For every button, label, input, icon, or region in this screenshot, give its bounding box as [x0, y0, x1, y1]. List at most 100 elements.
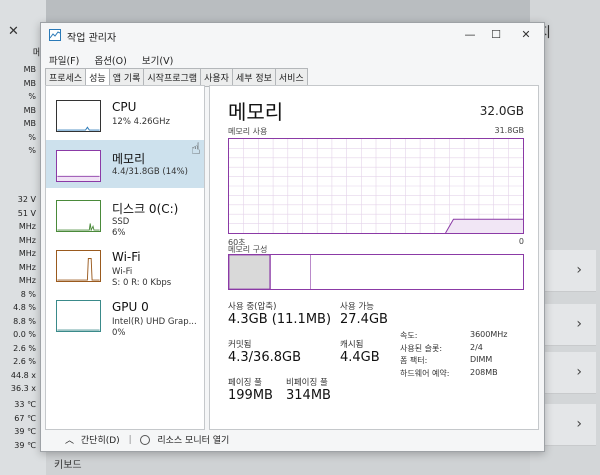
info-value: 2/4 — [470, 342, 483, 352]
available-value: 27.4GB — [340, 312, 388, 327]
sidebar-item-sub: Intel(R) UHD Grap... — [112, 317, 197, 327]
background-value: 44.8 x — [10, 370, 36, 380]
sidebar-item-cpu[interactable]: CPU 12% 4.26GHz — [46, 90, 204, 138]
committed-value: 4.3/36.8GB — [228, 350, 301, 365]
info-key: 폼 팩터: — [400, 356, 428, 365]
background-value: MHz — [18, 235, 36, 245]
usage-graph-label: 메모리 사용 — [228, 127, 268, 136]
background-value: 39 ℃ — [14, 427, 36, 436]
menu-options[interactable]: 옵션(O) — [94, 53, 126, 67]
background-close-icon: ✕ — [8, 24, 19, 39]
axis-right-label: 0 — [518, 237, 524, 246]
background-bottom-strip: 키보드 — [46, 450, 530, 475]
sidebar-item-label: 메모리 — [112, 152, 146, 166]
in-use-label: 사용 중(압축) — [228, 302, 277, 312]
disk-sparkline — [56, 200, 101, 232]
sidebar-item-disk[interactable]: 디스크 0(C:) SSD 6% — [46, 190, 204, 238]
memory-composition-bar — [228, 254, 524, 290]
info-key: 하드웨어 예약: — [400, 368, 450, 378]
background-value: MB — [23, 105, 36, 115]
sidebar-item-sub2: 0% — [112, 328, 126, 338]
memory-detail-panel: 메모리 32.0GB 메모리 사용 31.8GB 60초 0 메모리 구성 사용… — [209, 85, 539, 430]
performance-sidebar: CPU 12% 4.26GHz 메모리 4.4/31.8GB (14%) 디스크… — [45, 85, 205, 430]
tab-bar: 프로세스 성능 앱 기록 시작프로그램 사용자 세부 정보 서비스 — [45, 66, 308, 87]
nonpaged-pool-value: 314MB — [286, 388, 331, 403]
chevron-right-icon: › — [576, 262, 582, 278]
background-value: MHz — [18, 249, 36, 258]
info-value: DIMM — [470, 355, 493, 364]
background-column-a: MB MB% MB MB%% — [0, 63, 36, 158]
footer-divider: | — [128, 434, 132, 445]
background-value: 36.3 x — [10, 384, 36, 393]
background-value: % — [28, 146, 36, 155]
sidebar-item-sub2: S: 0 R: 0 Kbps — [112, 278, 172, 288]
background-value: % — [28, 92, 36, 101]
background-value: 4.8 % — [13, 303, 36, 312]
paged-pool-value: 199MB — [228, 388, 273, 403]
chevron-right-icon: › — [576, 416, 582, 432]
cached-value: 4.4GB — [340, 350, 380, 365]
background-value: 33 ℃ — [14, 400, 36, 409]
sidebar-item-wifi[interactable]: Wi-Fi Wi-Fi S: 0 R: 0 Kbps — [46, 240, 204, 288]
sidebar-item-label: 디스크 0(C:) — [112, 202, 179, 216]
in-use-value: 4.3GB (11.1MB) — [228, 312, 332, 327]
cached-label: 캐시됨 — [340, 340, 364, 350]
chevron-up-icon[interactable]: ︿ — [65, 433, 74, 446]
menu-file[interactable]: 파일(F) — [49, 53, 79, 67]
chevron-right-icon: › — [576, 364, 582, 380]
sidebar-item-gpu[interactable]: GPU 0 Intel(R) UHD Grap... 0% — [46, 290, 204, 338]
info-value: 3600MHz — [470, 330, 508, 339]
sidebar-item-sub: Wi-Fi — [112, 267, 133, 277]
background-value: 2.6 % — [13, 343, 36, 353]
info-key: 속도: — [400, 331, 418, 340]
background-value: MHz — [18, 262, 36, 272]
sidebar-item-sub: 4.4/31.8GB (14%) — [112, 167, 188, 177]
background-value: MHz — [18, 276, 36, 285]
window-title: 작업 관리자 — [67, 33, 117, 44]
hand-cursor-icon: ☝ — [191, 139, 201, 158]
maximize-button[interactable]: ☐ — [481, 25, 511, 45]
sidebar-item-sub: 12% 4.26GHz — [112, 117, 170, 127]
background-value: 0.0 % — [13, 330, 36, 339]
gpu-sparkline — [56, 300, 101, 332]
background-value: 8 % — [20, 289, 36, 299]
paged-pool-label: 페이징 풀 — [228, 378, 262, 388]
memory-total: 32.0GB — [479, 104, 524, 118]
background-value: 32 V — [17, 195, 36, 204]
sidebar-item-sub: SSD — [112, 217, 130, 227]
fewer-details-link[interactable]: 간단히(D) — [81, 433, 120, 446]
info-key: 사용된 슬롯: — [400, 343, 443, 353]
menu-bar: 파일(F) 옵션(O) 보기(V) — [49, 49, 183, 67]
background-bottom-label: 키보드 — [54, 460, 82, 471]
menu-view[interactable]: 보기(V) — [142, 53, 173, 67]
task-manager-app-icon — [49, 29, 61, 41]
resource-monitor-link[interactable]: 리소스 모니터 열기 — [157, 433, 229, 446]
usage-graph-max: 31.8GB — [494, 126, 525, 135]
nonpaged-pool-label: 비페이징 풀 — [286, 378, 328, 388]
info-value: 208MB — [470, 367, 498, 377]
sidebar-item-memory[interactable]: 메모리 4.4/31.8GB (14%) — [46, 140, 204, 188]
footer: ︿ 간단히(D) | 리소스 모니터 열기 — [65, 433, 229, 449]
resource-monitor-icon[interactable] — [140, 434, 151, 445]
cpu-sparkline — [56, 100, 101, 132]
available-label: 사용 가능 — [340, 302, 374, 312]
task-manager-window: 작업 관리자 — ☐ ✕ 파일(F) 옵션(O) 보기(V) 프로세스 성능 앱 기… — [40, 22, 545, 452]
wifi-sparkline — [56, 250, 101, 282]
close-button[interactable]: ✕ — [511, 25, 541, 45]
background-value: 51 V — [17, 208, 36, 218]
committed-label: 커밋됨 — [228, 340, 252, 350]
background-value: 39 ℃ — [14, 440, 36, 450]
background-value: MB — [23, 65, 36, 74]
background-column-c: 33 ℃ 67 ℃ 39 ℃ 39 ℃ — [0, 398, 36, 452]
memory-usage-graph — [228, 138, 524, 234]
background-value: MB — [23, 78, 36, 88]
background-column-b: 32 V 51 V MHz MHz MHz MHz MHz 8 % 4.8 % 8.8 % 0.0 … — [0, 193, 36, 396]
chevron-right-icon: › — [576, 316, 582, 332]
sidebar-item-label: GPU 0 — [112, 300, 149, 314]
title-bar[interactable]: 작업 관리자 — ☐ ✕ — [41, 23, 544, 47]
background-value: MB — [23, 119, 36, 128]
background-value: % — [28, 132, 36, 142]
background-value: 67 ℃ — [14, 413, 36, 423]
sidebar-item-label: CPU — [112, 100, 137, 114]
sidebar-item-label: Wi-Fi — [112, 250, 141, 264]
